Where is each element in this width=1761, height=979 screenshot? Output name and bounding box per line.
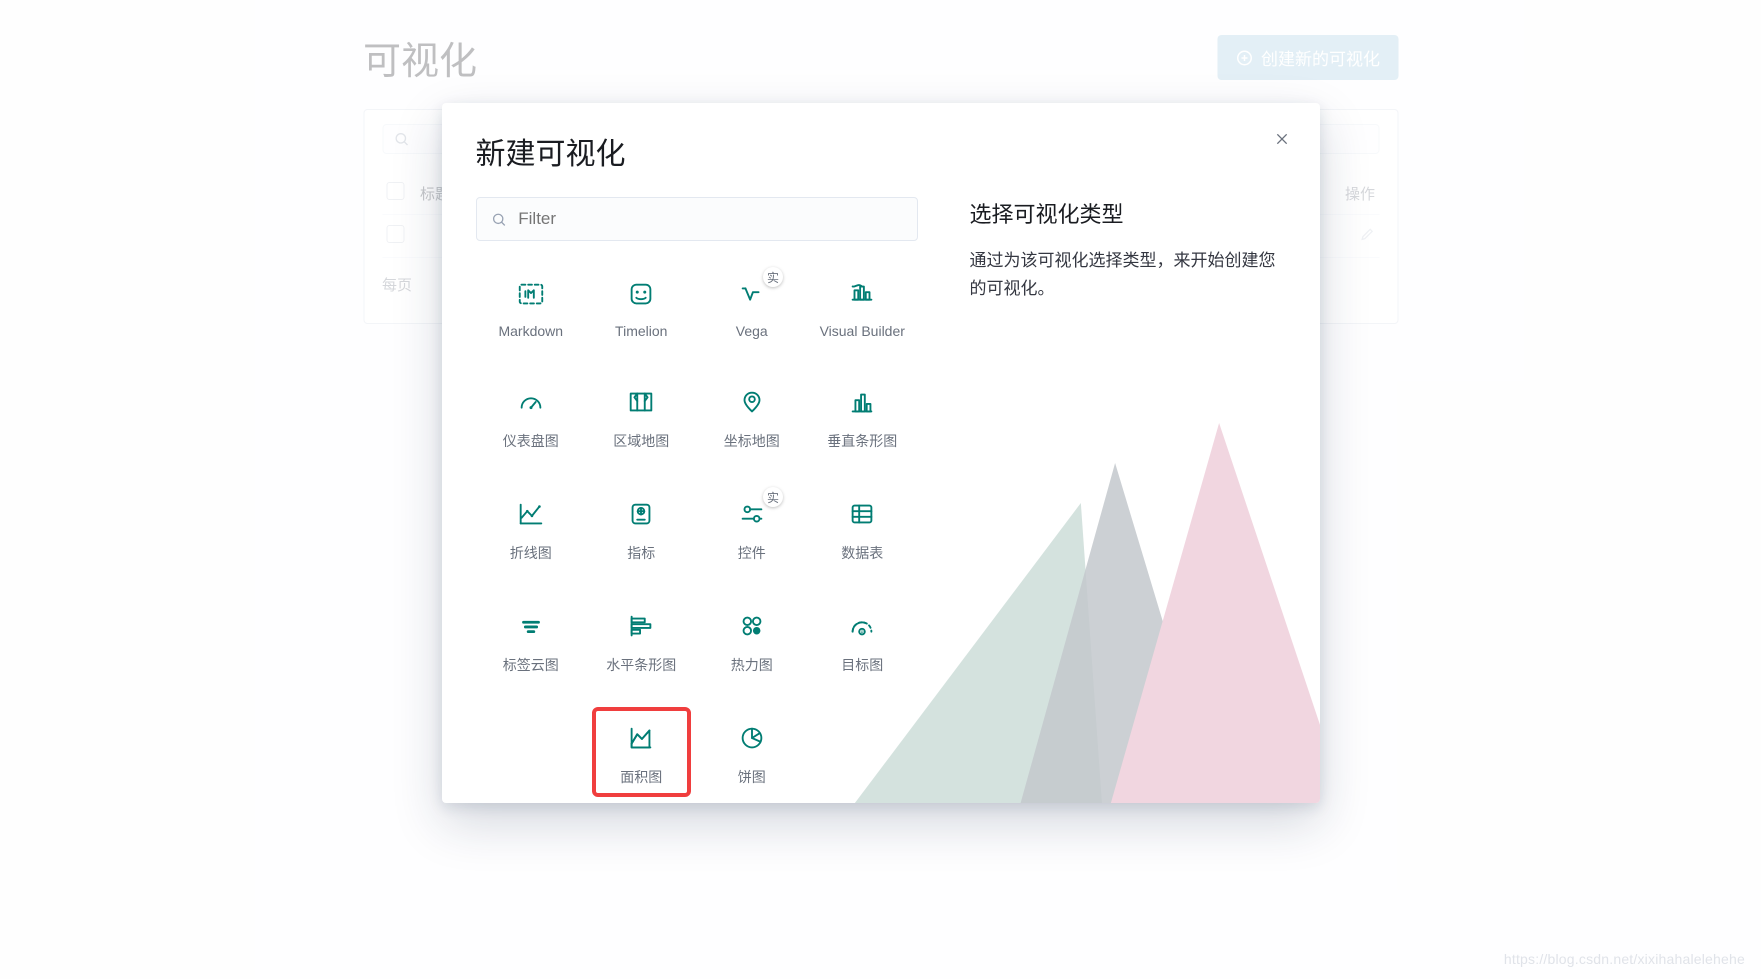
modal-right-description: 通过为该可视化选择类型，来开始创建您的可视化。 [970, 247, 1286, 303]
vis-type-label: 指标 [627, 543, 655, 563]
area-icon [624, 721, 658, 755]
modal-close-button[interactable] [1268, 125, 1296, 153]
vis-type-datatable[interactable]: 数据表 [807, 495, 918, 565]
tagcloud-icon [514, 609, 548, 643]
vis-type-label: Visual Builder [820, 323, 905, 339]
vis-type-label: Timelion [615, 323, 667, 339]
vis-type-pie[interactable]: 饼图 [697, 719, 808, 789]
vis-type-label: Vega [736, 323, 768, 339]
vis-type-vega[interactable]: Vega实 [697, 275, 808, 341]
search-icon [491, 211, 507, 228]
vega-icon [735, 277, 769, 311]
pie-icon [735, 721, 769, 755]
vis-type-heatmap[interactable]: 热力图 [697, 607, 808, 677]
vis-type-label: 坐标地图 [724, 431, 780, 451]
vis-type-label: 热力图 [731, 655, 773, 675]
vis-type-label: 面积图 [620, 767, 662, 787]
vbar-icon [845, 385, 879, 419]
close-icon [1274, 131, 1290, 147]
vis-type-goal[interactable]: 8 目标图 [807, 607, 918, 677]
metric-icon [624, 497, 658, 531]
experimental-badge: 实 [763, 487, 783, 507]
vis-type-label: 折线图 [510, 543, 552, 563]
svg-text:8: 8 [861, 630, 864, 636]
vis-type-label: 区域地图 [613, 431, 669, 451]
tsvb-icon [845, 277, 879, 311]
vis-type-label: 饼图 [738, 767, 766, 787]
vis-type-label: 垂直条形图 [827, 431, 897, 451]
experimental-badge: 实 [763, 267, 783, 287]
vis-type-line[interactable]: 折线图 [476, 495, 587, 565]
gauge-icon [514, 385, 548, 419]
vis-type-timelion[interactable]: Timelion [586, 275, 697, 341]
vis-type-coord-map[interactable]: 坐标地图 [697, 383, 808, 453]
regionmap-icon [624, 385, 658, 419]
new-visualization-modal: 新建可视化 MarkdownTimelionVega实Visual Builde… [442, 103, 1320, 803]
vis-type-tagcloud[interactable]: 标签云图 [476, 607, 587, 677]
coordmap-icon [735, 385, 769, 419]
vis-type-metric[interactable]: 指标 [586, 495, 697, 565]
vis-type-label: 仪表盘图 [503, 431, 559, 451]
vis-type-label: 目标图 [841, 655, 883, 675]
hbar-icon [624, 609, 658, 643]
vis-type-label: Markdown [498, 323, 563, 339]
vis-type-label: 数据表 [841, 543, 883, 563]
markdown-icon [514, 277, 548, 311]
vis-type-markdown[interactable]: Markdown [476, 275, 587, 341]
table-icon [845, 497, 879, 531]
goal-icon: 8 [845, 609, 879, 643]
filter-box[interactable] [476, 197, 918, 241]
filter-input[interactable] [516, 208, 902, 230]
vis-type-area[interactable]: 面积图 [586, 719, 697, 789]
vis-type-visual-builder[interactable]: Visual Builder [807, 275, 918, 341]
line-icon [514, 497, 548, 531]
vis-type-region-map[interactable]: 区域地图 [586, 383, 697, 453]
watermark-text: https://blog.csdn.net/xixihahalelehehe [1504, 951, 1745, 967]
vis-type-label: 控件 [738, 543, 766, 563]
vis-type-controls[interactable]: 控件实 [697, 495, 808, 565]
vis-type-label: 水平条形图 [606, 655, 676, 675]
modal-title: 新建可视化 [476, 129, 1320, 173]
modal-right-title: 选择可视化类型 [970, 197, 1286, 229]
timelion-icon [624, 277, 658, 311]
vis-type-vertical-bar[interactable]: 垂直条形图 [807, 383, 918, 453]
vis-type-label: 标签云图 [503, 655, 559, 675]
vis-type-horizontal-bar[interactable]: 水平条形图 [586, 607, 697, 677]
controls-icon [735, 497, 769, 531]
vis-type-gauge[interactable]: 仪表盘图 [476, 383, 587, 453]
heatmap-icon [735, 609, 769, 643]
